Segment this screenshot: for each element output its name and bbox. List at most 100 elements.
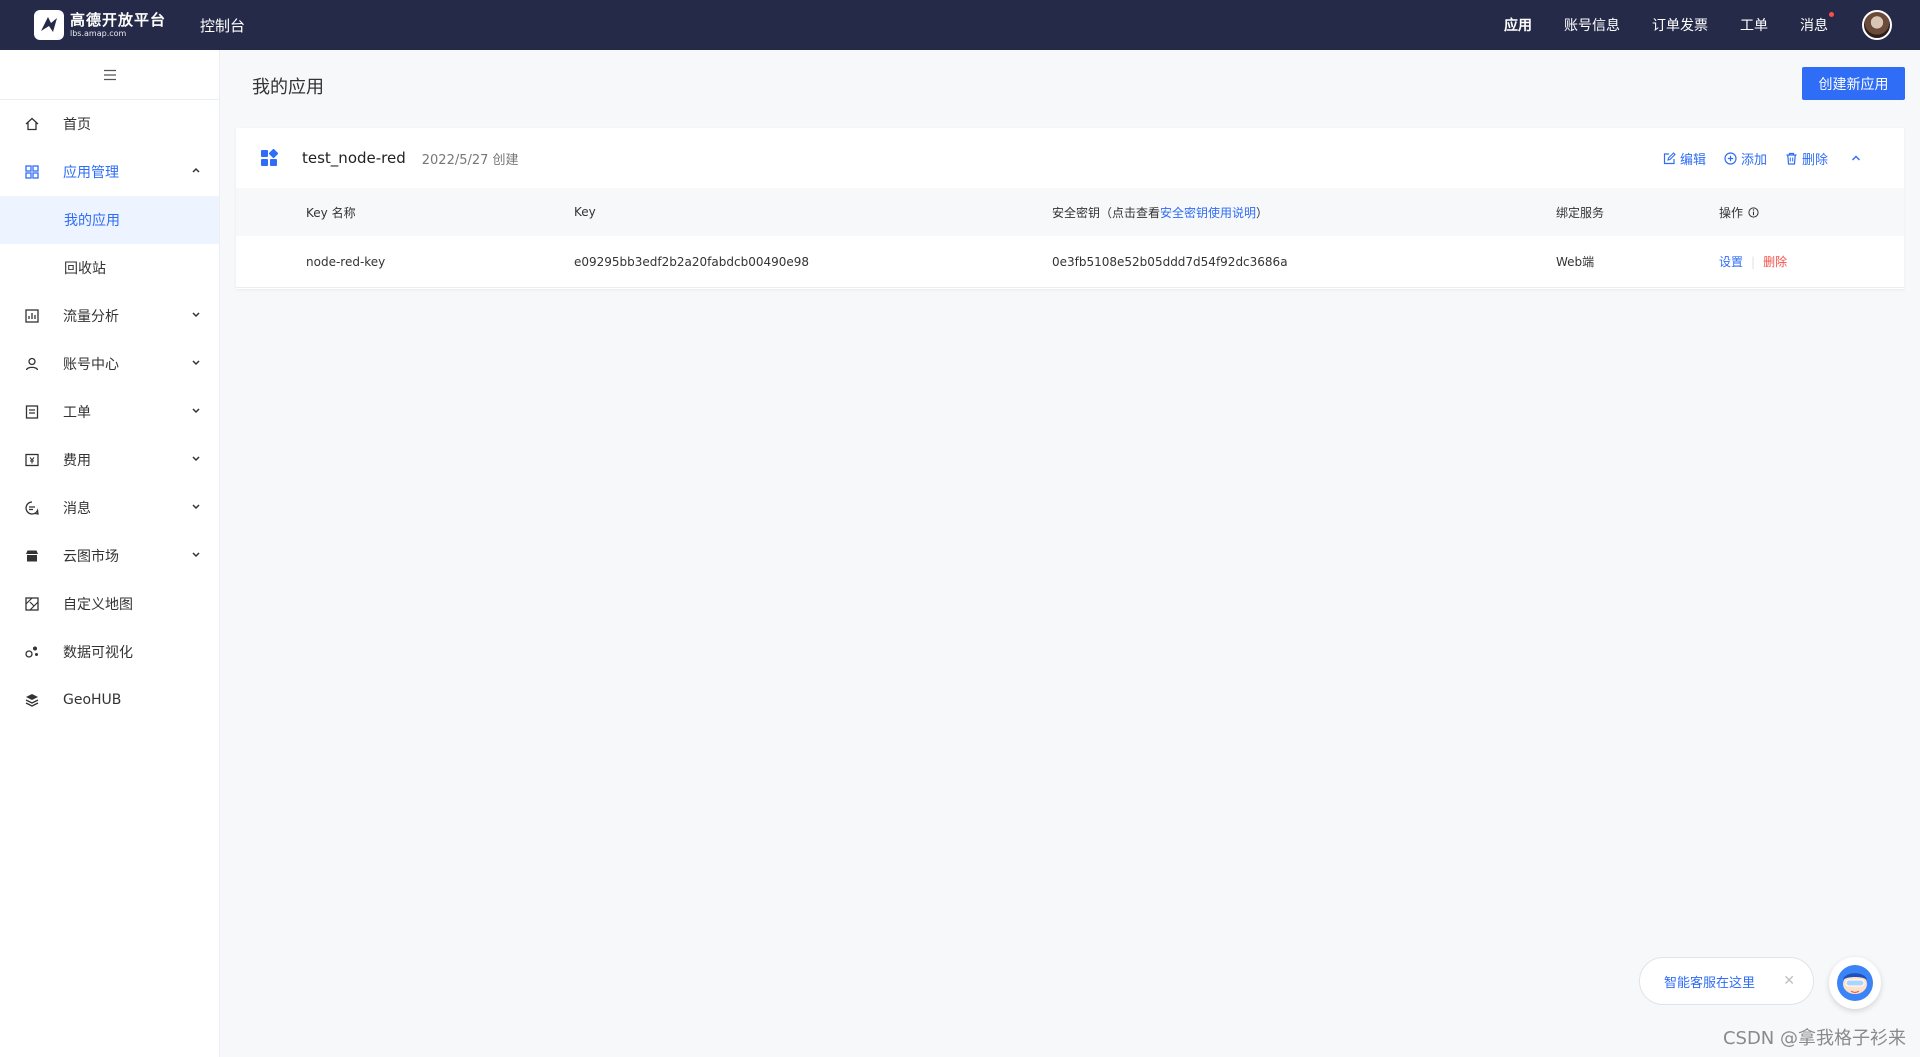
logo-title: 高德开放平台 <box>70 10 167 29</box>
key-cell: e09295bb3edf2b2a20fabdcb00490e98 <box>574 254 810 269</box>
custom-map-icon <box>24 596 40 612</box>
col-key-name: Key 名称 <box>306 205 356 220</box>
watermark: CSDN @拿我格子衫来 <box>1722 1028 1906 1049</box>
app-name: test_node-red <box>302 149 406 167</box>
store-icon <box>24 548 40 564</box>
console-title: 控制台 <box>200 16 246 35</box>
sidebar-collapse-button[interactable] <box>0 50 219 100</box>
layers-icon <box>24 692 40 708</box>
close-icon[interactable]: ✕ <box>1783 973 1795 989</box>
sidebar-item-label: 自定义地图 <box>63 597 133 613</box>
key-name-cell: node-red-key <box>306 254 386 269</box>
message-icon <box>24 500 40 516</box>
nav-messages[interactable]: 消息 <box>1800 12 1834 35</box>
chevron-down-icon <box>192 408 200 414</box>
logo[interactable]: 高德开放平台 lbs.amap.com <box>34 10 166 40</box>
chevron-down-icon <box>192 312 200 318</box>
sidebar-item-account-center[interactable]: 账号中心 <box>0 340 219 388</box>
add-key-button[interactable]: 添加 <box>1724 149 1767 168</box>
sidebar-item-cloud-market[interactable]: 云图市场 <box>0 532 219 580</box>
col-key: Key <box>574 205 596 219</box>
sidebar-item-label: 费用 <box>63 453 91 469</box>
smart-service-text: 智能客服在这里 <box>1664 975 1756 991</box>
sidebar-item-billing[interactable]: 费用 <box>0 436 219 484</box>
chevron-down-icon <box>192 552 200 558</box>
app-actions: 编辑 添加 删除 <box>1645 128 1866 188</box>
chevron-up-icon <box>192 167 200 173</box>
key-delete-link[interactable]: 删除 <box>1763 253 1787 270</box>
menu-icon <box>103 69 116 80</box>
app-grid-icon <box>261 149 278 166</box>
operations-cell: 设置 | 删除 <box>1719 236 1787 287</box>
table-row: node-red-key e09295bb3edf2b2a20fabdcb004… <box>236 236 1904 288</box>
sidebar-item-custom-map[interactable]: 自定义地图 <box>0 580 219 628</box>
sidebar-item-label: 云图市场 <box>63 549 119 565</box>
col-secret: 安全密钥（点击查看 安全密钥使用说明） <box>1052 188 1268 236</box>
sidebar-item-geohub[interactable]: GeoHUB <box>0 676 219 724</box>
sidebar-item-label: 流量分析 <box>63 309 119 325</box>
nav-account-info[interactable]: 账号信息 <box>1564 15 1620 35</box>
app-created-date: 2022/5/27 创建 <box>421 152 519 168</box>
page-title: 我的应用 <box>252 77 324 98</box>
collapse-card-button[interactable] <box>1850 152 1866 164</box>
sidebar-item-label: 应用管理 <box>63 165 119 181</box>
sidebar-item-tickets[interactable]: 工单 <box>0 388 219 436</box>
app-card-header: test_node-red 2022/5/27 创建 编辑 添加 删除 <box>236 128 1904 188</box>
sidebar-item-data-visualization[interactable]: 数据可视化 <box>0 628 219 676</box>
delete-app-button[interactable]: 删除 <box>1785 149 1828 168</box>
sidebar-item-label: 账号中心 <box>63 357 119 373</box>
smart-service-bubble[interactable]: 智能客服在这里 ✕ <box>1639 957 1814 1005</box>
sidebar-item-label: 消息 <box>63 501 91 517</box>
sidebar-item-home[interactable]: 首页 <box>0 100 219 148</box>
divider: | <box>1751 254 1756 269</box>
user-icon <box>24 356 40 372</box>
sidebar-item-traffic-analysis[interactable]: 流量分析 <box>0 292 219 340</box>
info-icon[interactable] <box>1748 206 1759 218</box>
home-icon <box>24 116 40 132</box>
ticket-icon <box>24 404 40 420</box>
chevron-down-icon <box>192 360 200 366</box>
customer-service-avatar[interactable] <box>1829 957 1881 1009</box>
sidebar-item-label: 数据可视化 <box>63 645 133 661</box>
nav-orders-invoices[interactable]: 订单发票 <box>1652 15 1708 35</box>
billing-icon <box>24 452 40 468</box>
col-secret-suffix: ） <box>1256 205 1269 220</box>
nav-tickets[interactable]: 工单 <box>1740 15 1768 35</box>
sidebar-item-messages[interactable]: 消息 <box>0 484 219 532</box>
col-secret-prefix: 安全密钥（点击查看 <box>1052 205 1161 220</box>
sidebar-item-label: 工单 <box>63 405 91 421</box>
sidebar-item-app-management[interactable]: 应用管理 <box>0 148 219 196</box>
analytics-icon <box>24 308 40 324</box>
delete-label: 删除 <box>1801 152 1828 168</box>
key-table-header: Key 名称 Key 安全密钥（点击查看 安全密钥使用说明） 绑定服务 操作 <box>236 188 1904 236</box>
col-operations: 操作 <box>1719 188 1759 236</box>
sidebar-item-recycle-bin[interactable]: 回收站 <box>0 244 219 292</box>
chevron-down-icon <box>192 504 200 510</box>
app-card: test_node-red 2022/5/27 创建 编辑 添加 删除 Key … <box>236 128 1904 289</box>
plus-circle-icon <box>1724 151 1737 165</box>
amap-logo-icon <box>34 10 64 40</box>
user-avatar[interactable] <box>1862 10 1892 40</box>
edit-label: 编辑 <box>1679 152 1706 168</box>
apps-icon <box>24 164 40 180</box>
edit-app-button[interactable]: 编辑 <box>1663 149 1706 168</box>
nav-apps[interactable]: 应用 <box>1504 15 1532 35</box>
chevron-up-icon <box>1852 155 1860 161</box>
unread-dot <box>1829 12 1834 17</box>
sidebar: 首页 应用管理 我的应用 回收站 流量分析 账号中心 工单 费用 消息 云图市场 <box>0 50 220 1057</box>
robot-agent-icon <box>1837 965 1873 1001</box>
service-cell: Web端 <box>1556 255 1595 269</box>
add-label: 添加 <box>1740 152 1767 168</box>
trash-icon <box>1786 152 1797 165</box>
secret-help-link[interactable]: 安全密钥使用说明 <box>1160 204 1256 221</box>
create-app-button[interactable]: 创建新应用 <box>1802 67 1905 100</box>
sidebar-item-my-apps[interactable]: 我的应用 <box>0 196 219 244</box>
key-settings-link[interactable]: 设置 <box>1719 253 1743 270</box>
visualization-icon <box>24 644 40 660</box>
edit-icon <box>1663 151 1676 164</box>
top-nav: 应用 账号信息 订单发票 工单 消息 <box>1472 0 1920 50</box>
logo-subtitle: lbs.amap.com <box>70 28 127 38</box>
col-bound-service: 绑定服务 <box>1556 205 1605 220</box>
secret-cell: 0e3fb5108e52b05ddd7d54f92dc3686a <box>1052 254 1288 269</box>
col-operations-label: 操作 <box>1719 205 1744 220</box>
